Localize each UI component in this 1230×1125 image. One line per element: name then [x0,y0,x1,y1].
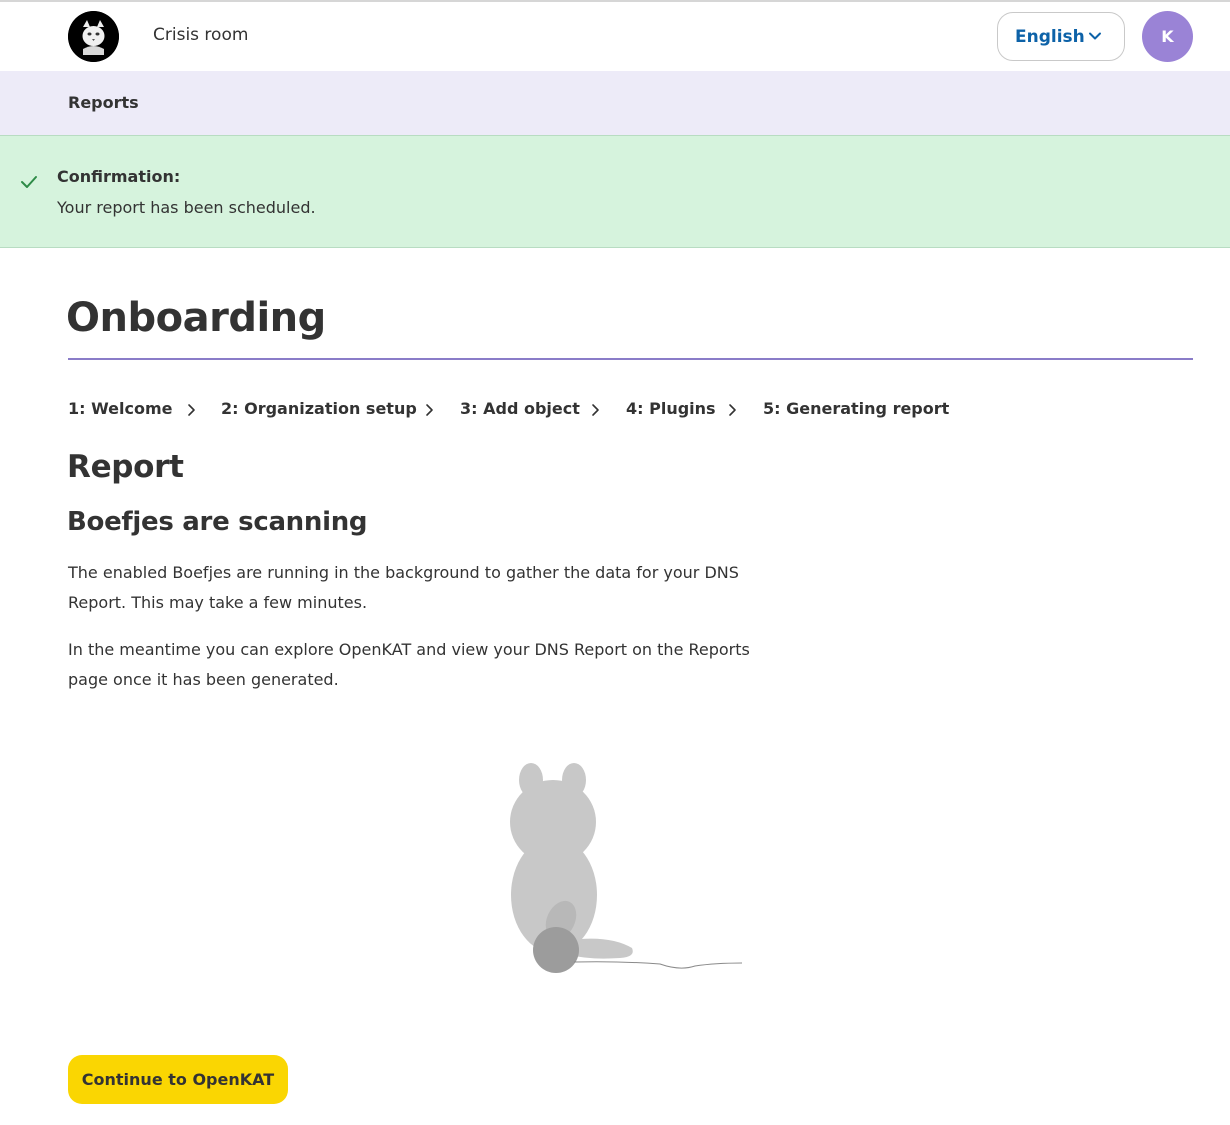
chevron-right-icon [592,404,599,416]
chevron-right-icon [188,404,195,416]
step-welcome[interactable]: 1: Welcome [68,399,173,418]
continue-to-openkat-button[interactable]: Continue to OpenKAT [68,1055,288,1104]
chevron-down-icon [1089,32,1101,40]
language-selector[interactable]: English [997,12,1125,61]
confirmation-message: Your report has been scheduled. [57,198,316,217]
step-organization-setup[interactable]: 2: Organization setup [221,399,417,418]
confirmation-title: Confirmation: [57,167,181,186]
subsection-title: Boefjes are scanning [67,507,368,537]
nav-item-reports[interactable]: Reports [68,93,139,112]
user-avatar[interactable]: K [1142,11,1193,62]
title-divider [68,358,1193,360]
explore-description: In the meantime you can explore OpenKAT … [68,640,750,689]
section-title: Report [67,449,184,485]
language-label: English [1015,26,1085,47]
avatar-initial: K [1161,27,1174,46]
chevron-right-icon [729,404,736,416]
cat-with-yarn-illustration [510,763,743,973]
cat-logo-icon [68,11,119,62]
step-plugins[interactable]: 4: Plugins [626,399,716,418]
logo[interactable] [68,11,119,62]
step-add-object[interactable]: 3: Add object [460,399,580,418]
main-navigation: Reports [0,71,1230,135]
check-icon [21,176,37,188]
scanning-description: The enabled Boefjes are running in the b… [68,563,739,612]
page-title: Onboarding [66,295,326,341]
confirmation-banner: Confirmation: Your report has been sched… [0,135,1230,248]
chevron-right-icon [426,404,433,416]
header: Crisis room English K [0,2,1230,71]
step-generating-report[interactable]: 5: Generating report [763,399,949,418]
crisis-room-link[interactable]: Crisis room [153,25,248,45]
